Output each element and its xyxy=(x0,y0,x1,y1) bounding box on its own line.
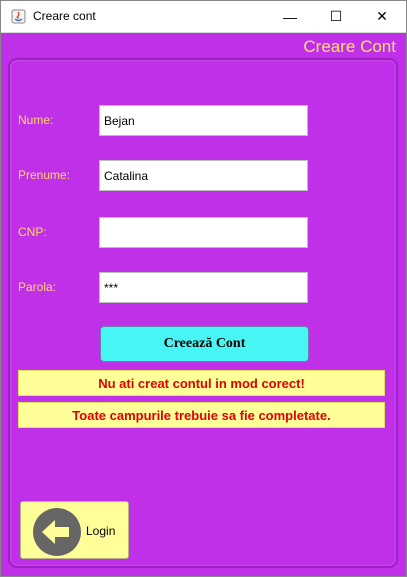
maximize-icon: ☐ xyxy=(329,8,343,24)
prenume-label: Prenume: xyxy=(18,168,71,182)
page-title: Creare Cont xyxy=(303,37,396,56)
window-title: Creare cont xyxy=(33,9,96,23)
minimize-button[interactable]: — xyxy=(267,1,313,32)
parola-input[interactable] xyxy=(99,272,308,303)
close-button[interactable]: ✕ xyxy=(359,1,405,32)
cnp-label: CNP: xyxy=(18,225,47,239)
login-label: Login xyxy=(86,524,116,538)
close-icon: ✕ xyxy=(376,8,388,24)
prenume-input[interactable] xyxy=(99,160,308,191)
error-message: Nu ati creat contul in mod corect! xyxy=(18,370,385,396)
arrow-left-icon xyxy=(33,508,81,556)
maximize-button[interactable]: ☐ xyxy=(313,1,359,32)
nume-input[interactable] xyxy=(99,105,308,136)
java-app-icon xyxy=(11,9,26,24)
app-window: Creare cont — ☐ ✕ Creare Cont Nume: Pren… xyxy=(0,0,407,577)
minimize-icon: — xyxy=(283,8,297,25)
title-bar[interactable]: Creare cont — ☐ ✕ xyxy=(1,1,406,33)
create-account-button[interactable]: Creează Cont xyxy=(100,326,309,362)
parola-label: Parola: xyxy=(18,280,57,294)
warning-message: Toate campurile trebuie sa fie completat… xyxy=(18,402,385,428)
nume-label: Nume: xyxy=(18,113,54,127)
cnp-input[interactable] xyxy=(99,217,308,248)
login-button[interactable]: Login xyxy=(20,501,129,559)
